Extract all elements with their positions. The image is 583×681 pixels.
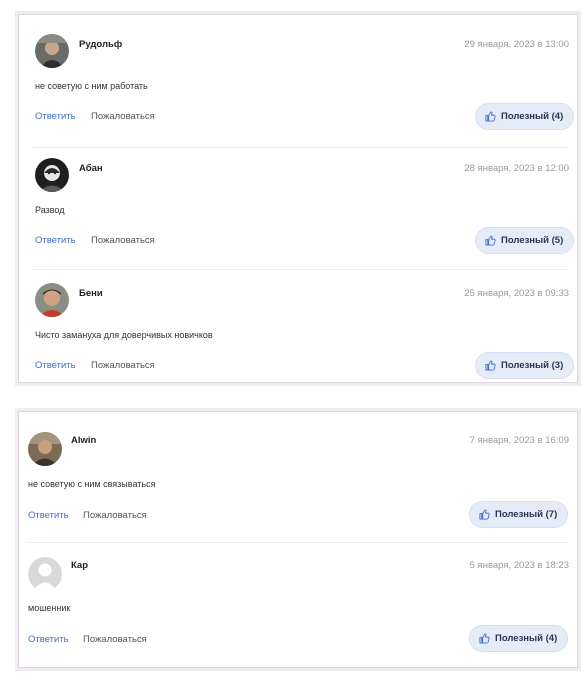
report-link[interactable]: Пожаловаться bbox=[83, 634, 147, 645]
avatar bbox=[35, 34, 69, 68]
useful-label: Полезный (7) bbox=[495, 509, 558, 520]
thumbs-up-icon bbox=[485, 111, 496, 122]
avatar bbox=[28, 432, 62, 466]
comment-date: 29 января, 2023 в 13:00 bbox=[464, 39, 569, 50]
reply-link[interactable]: Ответить bbox=[28, 634, 69, 645]
useful-button[interactable]: Полезный (4) bbox=[475, 103, 575, 130]
comment-item: Кар 5 января, 2023 в 18:23 мошенник Отве… bbox=[19, 543, 577, 667]
comment-text: не советую с ним работать bbox=[35, 81, 148, 91]
reply-link[interactable]: Ответить bbox=[35, 235, 76, 246]
comment-date: 25 января, 2023 в 09:33 bbox=[464, 288, 569, 299]
comment-date: 5 января, 2023 в 18:23 bbox=[469, 560, 569, 571]
comment-text: мошенник bbox=[28, 603, 71, 613]
report-link[interactable]: Пожаловаться bbox=[91, 111, 155, 122]
comment-author: Alwin bbox=[71, 435, 97, 446]
report-link[interactable]: Пожаловаться bbox=[83, 510, 147, 521]
comment-text: не советую с ним связываться bbox=[28, 479, 156, 489]
reply-link[interactable]: Ответить bbox=[35, 360, 76, 371]
thumbs-up-icon bbox=[479, 633, 490, 644]
comment-item: Абан 28 января, 2023 в 12:00 Развод Отве… bbox=[19, 148, 577, 270]
useful-label: Полезный (4) bbox=[495, 633, 558, 644]
thumbs-up-icon bbox=[485, 360, 496, 371]
user-silhouette-icon bbox=[28, 557, 62, 591]
comment-author: Бени bbox=[79, 288, 103, 299]
comments-panel-1: Рудольф 29 января, 2023 в 13:00 не совет… bbox=[18, 14, 578, 383]
useful-label: Полезный (5) bbox=[501, 235, 564, 246]
useful-label: Полезный (4) bbox=[501, 111, 564, 122]
avatar bbox=[35, 158, 69, 192]
comment-item: Рудольф 29 января, 2023 в 13:00 не совет… bbox=[19, 15, 577, 148]
useful-label: Полезный (3) bbox=[501, 360, 564, 371]
comment-item: Alwin 7 января, 2023 в 16:09 не советую … bbox=[19, 412, 577, 543]
avatar bbox=[35, 283, 69, 317]
comment-author: Рудольф bbox=[79, 39, 123, 50]
comment-text: Развод bbox=[35, 205, 65, 215]
report-link[interactable]: Пожаловаться bbox=[91, 360, 155, 371]
useful-button[interactable]: Полезный (7) bbox=[469, 501, 569, 528]
thumbs-up-icon bbox=[485, 235, 496, 246]
comment-author: Абан bbox=[79, 163, 103, 174]
reply-link[interactable]: Ответить bbox=[28, 510, 69, 521]
comment-date: 28 января, 2023 в 12:00 bbox=[464, 163, 569, 174]
useful-button[interactable]: Полезный (5) bbox=[475, 227, 575, 254]
comment-date: 7 января, 2023 в 16:09 bbox=[469, 435, 569, 446]
comment-author: Кар bbox=[71, 560, 89, 571]
thumbs-up-icon bbox=[479, 509, 490, 520]
useful-button[interactable]: Полезный (3) bbox=[475, 352, 575, 379]
useful-button[interactable]: Полезный (4) bbox=[469, 625, 569, 652]
reply-link[interactable]: Ответить bbox=[35, 111, 76, 122]
report-link[interactable]: Пожаловаться bbox=[91, 235, 155, 246]
comment-text: Чисто замануха для доверчивых новичков bbox=[35, 330, 213, 340]
comments-panel-2: Alwin 7 января, 2023 в 16:09 не советую … bbox=[18, 411, 578, 668]
comment-item: Бени 25 января, 2023 в 09:33 Чисто заман… bbox=[19, 270, 577, 382]
